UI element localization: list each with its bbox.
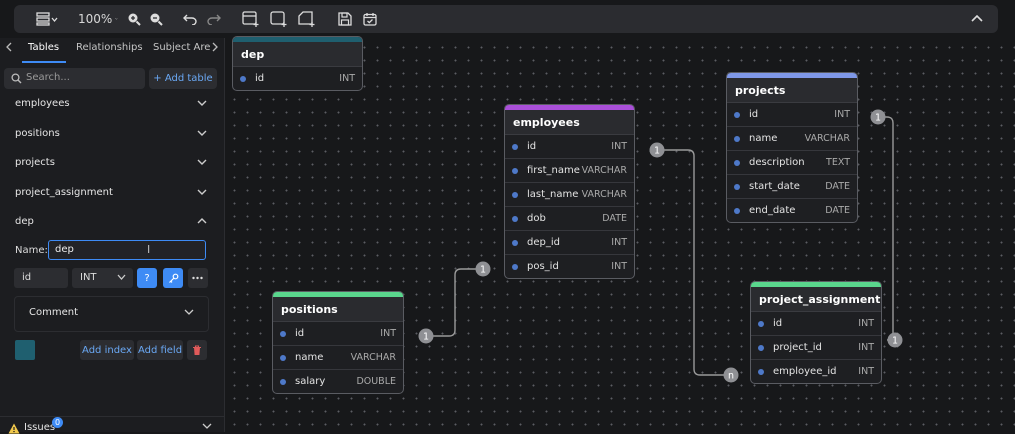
table-field[interactable]: id INT bbox=[273, 322, 403, 346]
table-title: positions bbox=[273, 297, 403, 322]
field-type: INT bbox=[858, 342, 874, 353]
table-field[interactable]: start_date DATE bbox=[727, 175, 857, 199]
field-dot bbox=[758, 368, 764, 375]
field-name: name bbox=[295, 352, 324, 363]
field-name: employee_id bbox=[773, 366, 837, 377]
table-field[interactable]: id INT bbox=[727, 103, 857, 127]
field-name: start_date bbox=[749, 181, 800, 192]
field-name: id bbox=[749, 109, 759, 120]
table-field[interactable]: name VARCHAR bbox=[273, 346, 403, 370]
table-node-project-assignment[interactable]: project_assignment id INT project_id INT e… bbox=[750, 281, 882, 384]
field-type: DATE bbox=[825, 205, 850, 216]
table-title: dep bbox=[233, 42, 362, 67]
field-type: INT bbox=[858, 318, 874, 329]
table-field[interactable]: id INT bbox=[233, 67, 362, 90]
field-type: TEXT bbox=[826, 157, 850, 168]
field-name: id bbox=[295, 328, 305, 339]
field-type: INT bbox=[339, 73, 355, 84]
field-dot bbox=[758, 320, 764, 327]
table-field[interactable]: pos_id INT bbox=[505, 255, 634, 278]
field-name: name bbox=[749, 133, 778, 144]
field-dot bbox=[512, 263, 518, 270]
field-type: INT bbox=[834, 109, 850, 120]
table-node-dep[interactable]: dep id INT bbox=[232, 36, 363, 91]
field-type: DATE bbox=[602, 213, 627, 224]
field-dot bbox=[734, 183, 740, 190]
field-name: id bbox=[773, 318, 783, 329]
field-type: DOUBLE bbox=[356, 376, 396, 387]
field-dot bbox=[512, 239, 518, 246]
table-field[interactable]: employee_id INT bbox=[751, 360, 881, 383]
table-field[interactable]: project_id INT bbox=[751, 336, 881, 360]
relationship-employees-project-assignment[interactable] bbox=[657, 149, 731, 376]
table-field[interactable]: id INT bbox=[751, 312, 881, 336]
table-node-positions[interactable]: positions id INT name VARCHAR salary DOUBLE bbox=[272, 291, 404, 394]
field-dot bbox=[280, 378, 286, 385]
field-type: DATE bbox=[825, 181, 850, 192]
table-field[interactable]: dep_id INT bbox=[505, 231, 634, 255]
field-type: VARCHAR bbox=[581, 189, 627, 200]
table-field[interactable]: id INT bbox=[505, 135, 634, 159]
table-field[interactable]: last_name VARCHAR bbox=[505, 183, 634, 207]
field-dot bbox=[734, 207, 740, 214]
field-dot bbox=[512, 215, 518, 222]
table-node-projects[interactable]: projects id INT name VARCHAR description TE… bbox=[726, 72, 858, 223]
field-dot bbox=[758, 344, 764, 351]
table-field[interactable]: description TEXT bbox=[727, 151, 857, 175]
field-name: project_id bbox=[773, 342, 822, 353]
field-name: dob bbox=[527, 213, 546, 224]
field-dot bbox=[734, 159, 740, 166]
field-name: salary bbox=[295, 376, 326, 387]
field-type: INT bbox=[611, 141, 627, 152]
field-type: VARCHAR bbox=[804, 133, 850, 144]
field-name: description bbox=[749, 157, 805, 168]
field-dot bbox=[512, 143, 518, 150]
field-dot bbox=[734, 111, 740, 118]
table-field[interactable]: first_name VARCHAR bbox=[505, 159, 634, 183]
table-title: project_assignment bbox=[751, 287, 881, 312]
field-name: last_name bbox=[527, 189, 579, 200]
field-dot bbox=[512, 191, 518, 198]
field-type: INT bbox=[380, 328, 396, 339]
table-field[interactable]: dob DATE bbox=[505, 207, 634, 231]
field-name: pos_id bbox=[527, 261, 559, 272]
field-type: INT bbox=[858, 366, 874, 377]
field-type: INT bbox=[611, 261, 627, 272]
field-name: dep_id bbox=[527, 237, 560, 248]
field-type: INT bbox=[611, 237, 627, 248]
table-title: employees bbox=[505, 110, 634, 135]
field-type: VARCHAR bbox=[581, 165, 627, 176]
field-dot bbox=[734, 135, 740, 142]
relationship-positions-employees[interactable] bbox=[426, 268, 483, 337]
table-field[interactable]: name VARCHAR bbox=[727, 127, 857, 151]
field-name: id bbox=[255, 73, 265, 84]
table-field[interactable]: salary DOUBLE bbox=[273, 370, 403, 393]
field-name: end_date bbox=[749, 205, 796, 216]
field-dot bbox=[280, 330, 286, 337]
field-dot bbox=[240, 75, 246, 82]
table-field[interactable]: end_date DATE bbox=[727, 199, 857, 222]
field-type: VARCHAR bbox=[350, 352, 396, 363]
field-name: first_name bbox=[527, 165, 580, 176]
field-dot bbox=[512, 167, 518, 174]
table-title: projects bbox=[727, 78, 857, 103]
table-node-employees[interactable]: employees id INT first_name VARCHAR last_n… bbox=[504, 104, 635, 279]
field-dot bbox=[280, 354, 286, 361]
field-name: id bbox=[527, 141, 537, 152]
